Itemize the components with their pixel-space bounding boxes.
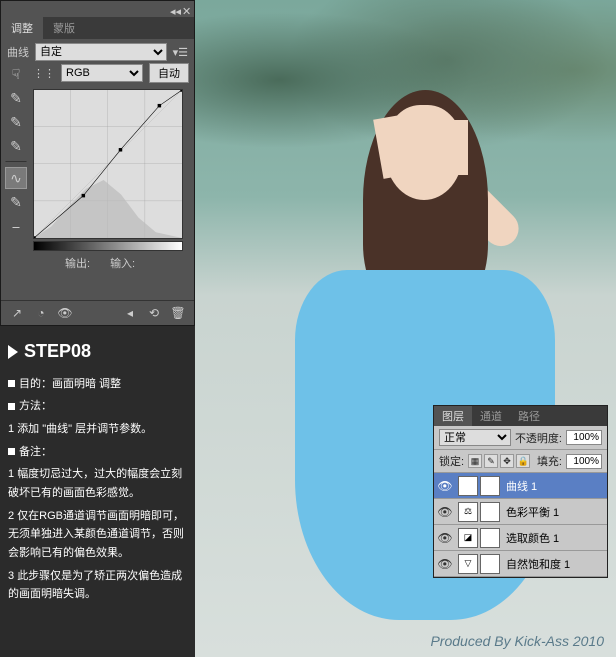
notes-label: 备注：: [8, 443, 187, 462]
io-readout: 输出: 输入:: [33, 251, 189, 275]
panel-controls: ◂◂ ✕: [1, 1, 194, 17]
bullet-icon: [8, 380, 15, 387]
preset-select[interactable]: 自定: [35, 43, 167, 61]
curve-area: ⋮⋮ RGB 自动 输出: 输入:: [33, 63, 189, 275]
lock-label: 锁定:: [439, 453, 464, 469]
panel-footer: ↗ ◔ 👁 ◂ ⟲ 🗑: [1, 300, 194, 325]
visibility-icon[interactable]: 👁: [434, 505, 456, 519]
tab-paths[interactable]: 路径: [510, 406, 548, 426]
lock-row: 锁定: ▦ ✎ ✥ 🔒 填充:: [434, 450, 607, 473]
smooth-tool[interactable]: ⎯: [5, 215, 27, 237]
visibility-icon[interactable]: 👁: [434, 479, 456, 493]
layer-name: 色彩平衡 1: [504, 504, 559, 520]
layers-tabs: 图层 通道 路径: [434, 406, 607, 426]
preset-label: 曲线: [7, 44, 29, 60]
layer-curves[interactable]: 👁 ╱ 曲线 1: [434, 473, 607, 499]
layer-list: 👁 ╱ 曲线 1 👁 ⚖ 色彩平衡 1 👁 ◪ 选取颜色 1 👁 ▽ 自然饱和度…: [434, 473, 607, 577]
reset-icon[interactable]: ⟲: [146, 305, 162, 321]
fill-label: 填充:: [537, 453, 562, 469]
adjustments-panel: ◂◂ ✕ 调整 蒙版 曲线 自定 ▾☰ ☟ ✎ ✎ ✎ ∿ ✎ ⎯ ⋮⋮ RGB…: [0, 0, 195, 326]
step-title: STEP08: [8, 336, 187, 367]
input-gradient[interactable]: [33, 241, 183, 251]
tab-channels[interactable]: 通道: [472, 406, 510, 426]
lock-icons: ▦ ✎ ✥ 🔒: [468, 454, 530, 468]
adjustment-thumb: ◪: [458, 528, 478, 548]
note-1: 1 幅度切忌过大，过大的幅度会立刻破坏已有的画面色彩感觉。: [8, 465, 187, 502]
separator: [5, 161, 27, 163]
channel-select[interactable]: RGB: [61, 64, 143, 82]
eyedropper-icon[interactable]: ↗: [9, 305, 25, 321]
lock-image-icon[interactable]: ✎: [484, 454, 498, 468]
mask-thumb[interactable]: [480, 502, 500, 522]
bullet-icon: [8, 448, 15, 455]
note-3: 3 此步骤仅是为了矫正两次偏色造成的画面明暗失调。: [8, 567, 187, 604]
adjustment-thumb: ╱: [458, 476, 478, 496]
adjustment-tabs: 调整 蒙版: [1, 17, 194, 39]
note-2: 2 仅在RGB通道调节画面明暗即可，无须单独进入某颜色通道调节，否则会影响已有的…: [8, 507, 187, 563]
preset-row: 曲线 自定 ▾☰: [1, 39, 194, 65]
adjustment-thumb: ▽: [458, 554, 478, 574]
tab-layers[interactable]: 图层: [434, 406, 472, 426]
fill-input[interactable]: [566, 454, 602, 469]
mask-thumb[interactable]: [480, 528, 500, 548]
blend-select[interactable]: 正常: [439, 429, 511, 446]
tutorial-panel: STEP08 目的：画面明暗 调整 方法： 1 添加 "曲线" 层并调节参数。 …: [0, 326, 195, 657]
layer-name: 曲线 1: [504, 478, 537, 494]
visibility-icon[interactable]: 👁: [434, 557, 456, 571]
clip-icon[interactable]: ◔: [33, 305, 49, 321]
curve-tools: ☟ ✎ ✎ ✎ ∿ ✎ ⎯: [5, 63, 29, 237]
channel-row: ⋮⋮ RGB 自动: [33, 63, 189, 83]
method-1: 1 添加 "曲线" 层并调节参数。: [8, 420, 187, 439]
layers-panel: 图层 通道 路径 正常 不透明度: 锁定: ▦ ✎ ✥ 🔒 填充: 👁 ╱ 曲线…: [433, 405, 608, 578]
pencil-tool[interactable]: ✎: [5, 191, 27, 213]
collapse-icon[interactable]: ◂◂: [170, 5, 178, 13]
prev-icon[interactable]: ◂: [122, 305, 138, 321]
credit-text: Produced By Kick-Ass 2010: [430, 633, 604, 649]
visibility-icon[interactable]: 👁: [434, 531, 456, 545]
curve-point-tool[interactable]: ∿: [5, 167, 27, 189]
goal-line: 目的：画面明暗 调整: [8, 375, 187, 394]
output-label: 输出:: [65, 255, 90, 271]
face: [385, 105, 463, 200]
trash-icon[interactable]: 🗑: [170, 305, 186, 321]
tab-masks[interactable]: 蒙版: [43, 17, 85, 39]
layer-vibrance[interactable]: 👁 ▽ 自然饱和度 1: [434, 551, 607, 577]
layer-color-balance[interactable]: 👁 ⚖ 色彩平衡 1: [434, 499, 607, 525]
bullet-icon: [8, 403, 15, 410]
adjustment-thumb: ⚖: [458, 502, 478, 522]
lock-position-icon[interactable]: ✥: [500, 454, 514, 468]
opacity-input[interactable]: [566, 430, 602, 445]
layer-name: 自然饱和度 1: [504, 556, 570, 572]
tab-adjustments[interactable]: 调整: [1, 17, 43, 39]
mask-thumb[interactable]: [480, 476, 500, 496]
blend-row: 正常 不透明度:: [434, 426, 607, 450]
lock-all-icon[interactable]: 🔒: [516, 454, 530, 468]
lock-transparent-icon[interactable]: ▦: [468, 454, 482, 468]
curve-editor[interactable]: [33, 89, 183, 239]
eyedropper-black[interactable]: ✎: [5, 87, 27, 109]
method-label: 方法：: [8, 397, 187, 416]
grip-icon[interactable]: ⋮⋮: [33, 67, 55, 80]
visibility-icon[interactable]: 👁: [57, 305, 73, 321]
eyedropper-white[interactable]: ✎: [5, 135, 27, 157]
layer-name: 选取颜色 1: [504, 530, 559, 546]
close-icon[interactable]: ✕: [182, 5, 190, 13]
eyedropper-gray[interactable]: ✎: [5, 111, 27, 133]
triangle-icon: [8, 345, 18, 359]
mask-thumb[interactable]: [480, 554, 500, 574]
input-label: 输入:: [110, 255, 135, 271]
opacity-label: 不透明度:: [515, 430, 562, 446]
menu-icon[interactable]: ▾☰: [173, 46, 188, 59]
on-image-tool[interactable]: ☟: [5, 63, 27, 85]
layer-selective-color[interactable]: 👁 ◪ 选取颜色 1: [434, 525, 607, 551]
auto-button[interactable]: 自动: [149, 63, 189, 83]
